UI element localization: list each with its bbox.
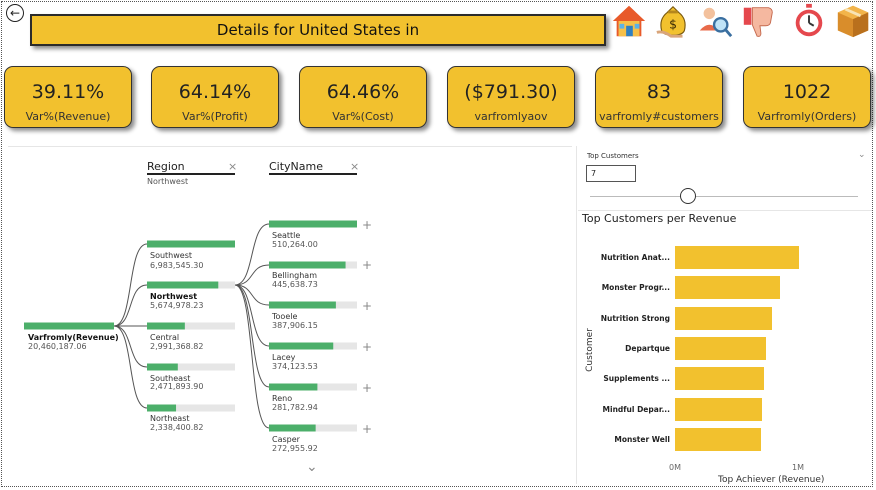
top-customers-input[interactable]: 7 [586, 165, 636, 182]
category-label: Supplements ... [603, 374, 670, 384]
top-customers-title: Top Customers [587, 152, 639, 160]
bar[interactable] [675, 367, 764, 391]
bar[interactable] [675, 427, 762, 451]
city-value-bellingham: 445,638.73 [272, 280, 318, 289]
category-label: Monster Progr... [601, 283, 670, 293]
bar[interactable] [675, 336, 767, 360]
expand-plus-icon[interactable]: + [362, 300, 372, 312]
x-tick-label: 1M [792, 463, 804, 472]
expand-plus-icon[interactable]: + [362, 219, 372, 231]
region-node-bar [147, 363, 178, 371]
top-customers-slider-handle[interactable] [680, 188, 696, 204]
x-tick-label: 0M [669, 463, 681, 472]
bar[interactable] [675, 397, 763, 421]
root-node-value: 20,460,187.06 [28, 342, 87, 351]
category-label: Nutrition Strong [600, 313, 670, 323]
region-node-bar [147, 240, 235, 248]
expand-plus-icon[interactable]: + [362, 382, 372, 394]
region-node-bar [147, 281, 219, 289]
region-value-central: 2,991,368.82 [150, 342, 204, 351]
tree-link [234, 284, 270, 429]
city-node-bar [269, 301, 336, 309]
root-node-bar [24, 322, 114, 330]
tree-link [113, 325, 148, 409]
region-node-bar [147, 404, 177, 412]
city-value-seattle: 510,264.00 [272, 240, 318, 249]
city-node-bar [269, 383, 318, 391]
bar[interactable] [675, 246, 800, 269]
region-node-southwest[interactable]: Southwest [150, 251, 192, 261]
chart-title: Top Customers per Revenue [582, 212, 737, 225]
region-value-southwest: 6,983,545.30 [150, 261, 204, 270]
expand-plus-icon[interactable]: + [362, 341, 372, 353]
category-label: Nutrition Anat... [600, 253, 670, 262]
category-label: Departque [625, 343, 670, 353]
city-node-bar [269, 261, 346, 269]
top-customers-slider-track[interactable] [590, 196, 858, 197]
city-node-bar [269, 424, 316, 432]
city-node-bar [269, 220, 357, 228]
city-node-bar [269, 342, 334, 350]
city-value-tooele: 387,906.15 [272, 321, 318, 330]
expand-plus-icon[interactable]: + [362, 423, 372, 435]
city-value-lacey: 374,123.53 [272, 362, 318, 371]
region-value-southeast: 2,471,893.90 [150, 382, 204, 391]
category-label: Mindful Depar... [602, 404, 670, 414]
region-value-northwest: 5,674,978.23 [150, 301, 204, 310]
region-node-bar [147, 322, 185, 330]
bar[interactable] [675, 276, 780, 300]
city-value-reno: 281,782.94 [272, 403, 318, 412]
city-value-casper: 272,955.92 [272, 444, 318, 453]
expand-plus-icon[interactable]: + [362, 259, 372, 271]
tree-link [234, 264, 270, 286]
scroll-down-chevron-icon[interactable]: ⌄ [306, 459, 318, 475]
bar[interactable] [675, 306, 773, 330]
slicer-chevron-down-icon[interactable]: ⌄ [858, 150, 866, 160]
tree-link [113, 325, 148, 368]
x-axis-label: Top Achiever (Revenue) [718, 475, 825, 485]
tree-link [234, 284, 270, 388]
tree-link [113, 284, 148, 327]
category-label: Monster Well [614, 434, 670, 444]
tree-link [113, 243, 148, 327]
region-value-northeast: 2,338,400.82 [150, 423, 204, 432]
